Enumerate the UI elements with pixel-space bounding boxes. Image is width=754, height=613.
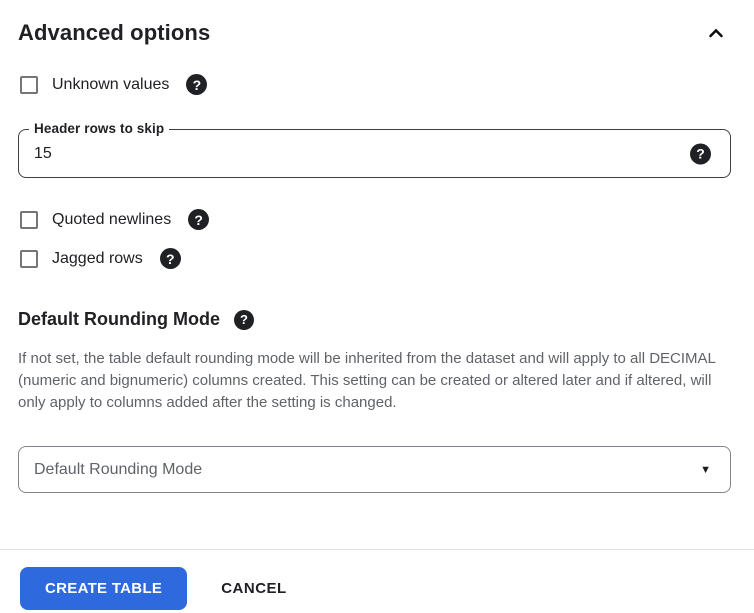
create-table-button[interactable]: CREATE TABLE [20,567,188,610]
quoted-newlines-checkbox[interactable] [20,210,38,229]
quoted-newlines-row: Quoted newlines ? [18,209,731,230]
advanced-options-panel: Advanced options Unknown values ? Header… [0,19,754,493]
default-rounding-mode-select[interactable]: Default Rounding Mode ▼ [18,446,731,493]
help-icon[interactable]: ? [233,309,254,330]
help-icon[interactable]: ? [159,248,181,269]
jagged-rows-label: Jagged rows [52,249,143,267]
cancel-button[interactable]: CANCEL [221,580,287,597]
default-rounding-mode-description: If not set, the table default rounding m… [18,350,716,411]
default-rounding-mode-select-value: Default Rounding Mode [34,460,203,478]
panel-title: Advanced options [18,19,211,45]
collapse-section-button[interactable] [703,20,729,46]
help-icon[interactable]: ? [188,209,210,230]
footer-divider [0,549,754,550]
default-rounding-mode-heading: Default Rounding Mode [18,309,220,329]
panel-header: Advanced options [18,19,731,46]
caret-down-icon: ▼ [700,463,711,476]
footer-actions: CREATE TABLE CANCEL [0,567,754,610]
jagged-rows-row: Jagged rows ? [18,248,731,269]
help-icon[interactable]: ? [690,143,711,164]
header-rows-to-skip-input[interactable] [34,131,654,176]
unknown-values-checkbox[interactable] [20,75,38,94]
jagged-rows-checkbox[interactable] [20,249,38,268]
help-icon[interactable]: ? [186,74,208,95]
chevron-up-icon [704,21,728,45]
default-rounding-mode-heading-row: Default Rounding Mode ? [18,309,731,330]
unknown-values-row: Unknown values ? [18,74,731,95]
unknown-values-label: Unknown values [52,75,170,93]
header-rows-to-skip-field: Header rows to skip ? [18,121,731,178]
quoted-newlines-label: Quoted newlines [52,210,172,228]
